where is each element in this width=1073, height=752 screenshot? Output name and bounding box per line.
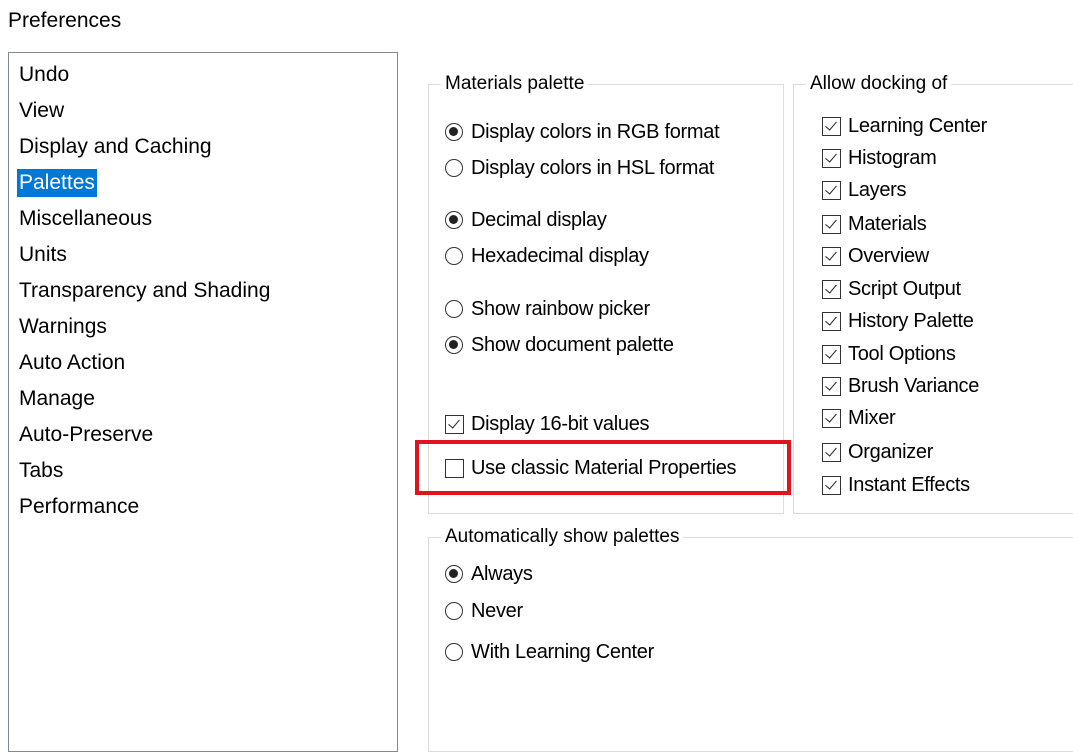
auto-show-always-radio[interactable]: Always bbox=[445, 561, 533, 587]
auto-show-with-learning-center-label: With Learning Center bbox=[471, 641, 654, 663]
radio-selected-icon bbox=[445, 336, 463, 354]
category-item-auto-preserve[interactable]: Auto-Preserve bbox=[17, 421, 155, 449]
dock-mixer-checkbox[interactable]: Mixer bbox=[822, 405, 896, 431]
checkbox-checked-icon bbox=[822, 475, 841, 495]
hexadecimal-display-radio[interactable]: Hexadecimal display bbox=[445, 243, 649, 269]
checkbox-checked-icon bbox=[822, 311, 841, 331]
category-list[interactable]: Undo View Display and Caching Palettes M… bbox=[8, 52, 398, 752]
checkbox-checked-icon bbox=[822, 116, 841, 136]
category-item-transparency-and-shading[interactable]: Transparency and Shading bbox=[17, 277, 272, 305]
materials-palette-group-label: Materials palette bbox=[441, 71, 589, 97]
checkbox-checked-icon bbox=[822, 246, 841, 266]
decimal-display-radio[interactable]: Decimal display bbox=[445, 207, 607, 233]
radio-unselected-icon bbox=[445, 247, 463, 265]
hsl-format-label: Display colors in HSL format bbox=[471, 157, 715, 179]
category-item-warnings[interactable]: Warnings bbox=[17, 313, 109, 341]
dock-histogram-label: Histogram bbox=[848, 147, 937, 169]
rainbow-picker-label: Show rainbow picker bbox=[471, 298, 650, 320]
hexadecimal-display-label: Hexadecimal display bbox=[471, 245, 649, 267]
hsl-format-radio[interactable]: Display colors in HSL format bbox=[445, 155, 714, 181]
radio-selected-icon bbox=[445, 211, 463, 229]
checkbox-checked-icon bbox=[822, 279, 841, 299]
dock-layers-checkbox[interactable]: Layers bbox=[822, 177, 907, 203]
document-palette-label: Show document palette bbox=[471, 334, 674, 356]
rgb-format-radio[interactable]: Display colors in RGB format bbox=[445, 119, 720, 145]
rgb-format-label: Display colors in RGB format bbox=[471, 121, 720, 143]
category-item-palettes[interactable]: Palettes bbox=[17, 169, 97, 197]
checkbox-checked-icon bbox=[822, 344, 841, 364]
dialog-title: Preferences bbox=[8, 9, 122, 32]
dock-brush-variance-checkbox[interactable]: Brush Variance bbox=[822, 373, 979, 399]
dock-materials-label: Materials bbox=[848, 213, 927, 235]
display-16bit-label: Display 16-bit values bbox=[471, 413, 650, 435]
checkbox-checked-icon bbox=[822, 214, 841, 234]
dock-overview-checkbox[interactable]: Overview bbox=[822, 243, 929, 269]
dock-learning-center-checkbox[interactable]: Learning Center bbox=[822, 113, 987, 139]
auto-show-never-label: Never bbox=[471, 600, 523, 622]
display-16bit-checkbox[interactable]: Display 16-bit values bbox=[445, 411, 650, 437]
radio-unselected-icon bbox=[445, 643, 463, 661]
document-palette-radio[interactable]: Show document palette bbox=[445, 332, 674, 358]
auto-show-palettes-group-label: Automatically show palettes bbox=[441, 524, 684, 550]
category-item-performance[interactable]: Performance bbox=[17, 493, 141, 521]
dock-instant-effects-checkbox[interactable]: Instant Effects bbox=[822, 472, 970, 498]
dock-tool-options-checkbox[interactable]: Tool Options bbox=[822, 341, 956, 367]
category-item-manage[interactable]: Manage bbox=[17, 385, 97, 413]
category-item-tabs[interactable]: Tabs bbox=[17, 457, 65, 485]
dock-brush-variance-label: Brush Variance bbox=[848, 375, 980, 397]
dock-tool-options-label: Tool Options bbox=[848, 343, 956, 365]
decimal-display-label: Decimal display bbox=[471, 209, 607, 231]
dock-learning-center-label: Learning Center bbox=[848, 115, 987, 137]
dock-organizer-label: Organizer bbox=[848, 441, 934, 463]
checkbox-checked-icon bbox=[822, 442, 841, 462]
radio-selected-icon bbox=[445, 565, 463, 583]
dock-instant-effects-label: Instant Effects bbox=[848, 474, 970, 496]
category-item-auto-action[interactable]: Auto Action bbox=[17, 349, 127, 377]
dock-script-output-checkbox[interactable]: Script Output bbox=[822, 276, 961, 302]
auto-show-never-radio[interactable]: Never bbox=[445, 598, 523, 624]
auto-show-with-learning-center-radio[interactable]: With Learning Center bbox=[445, 639, 654, 665]
checkbox-checked-icon bbox=[822, 180, 841, 200]
category-item-miscellaneous[interactable]: Miscellaneous bbox=[17, 205, 154, 233]
dock-mixer-label: Mixer bbox=[848, 407, 896, 429]
dock-histogram-checkbox[interactable]: Histogram bbox=[822, 145, 937, 171]
radio-unselected-icon bbox=[445, 602, 463, 620]
radio-selected-icon bbox=[445, 123, 463, 141]
radio-unselected-icon bbox=[445, 300, 463, 318]
checkbox-checked-icon bbox=[822, 148, 841, 168]
allow-docking-group-label: Allow docking of bbox=[806, 71, 952, 97]
dock-history-palette-label: History Palette bbox=[848, 310, 974, 332]
rainbow-picker-radio[interactable]: Show rainbow picker bbox=[445, 296, 650, 322]
category-item-undo[interactable]: Undo bbox=[17, 61, 71, 89]
dock-layers-label: Layers bbox=[848, 179, 907, 201]
radio-unselected-icon bbox=[445, 159, 463, 177]
dock-organizer-checkbox[interactable]: Organizer bbox=[822, 439, 933, 465]
dock-overview-label: Overview bbox=[848, 245, 929, 267]
dock-script-output-label: Script Output bbox=[848, 278, 961, 300]
category-item-view[interactable]: View bbox=[17, 97, 66, 125]
category-item-display-and-caching[interactable]: Display and Caching bbox=[17, 133, 214, 161]
dock-history-palette-checkbox[interactable]: History Palette bbox=[822, 308, 974, 334]
checkbox-checked-icon bbox=[822, 408, 841, 428]
category-item-units[interactable]: Units bbox=[17, 241, 69, 269]
checkbox-checked-icon bbox=[445, 414, 464, 434]
checkbox-checked-icon bbox=[822, 376, 841, 396]
auto-show-always-label: Always bbox=[471, 563, 533, 585]
dock-materials-checkbox[interactable]: Materials bbox=[822, 211, 927, 237]
highlight-box bbox=[415, 440, 791, 495]
